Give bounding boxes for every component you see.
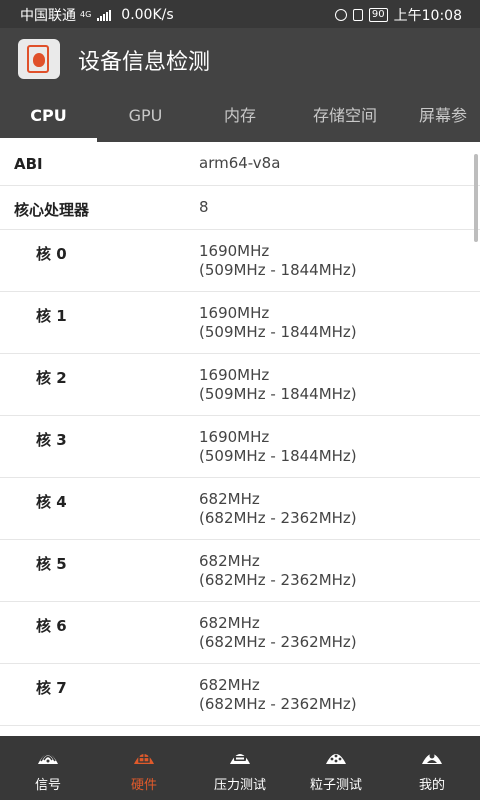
row-key: 核 1 xyxy=(36,307,67,325)
current-frequency: 1690MHz xyxy=(199,366,270,384)
tab-screen[interactable]: 屏幕参 xyxy=(404,90,480,142)
row-value: 1690MHz (509MHz - 1844MHz) xyxy=(199,242,357,280)
scrollbar[interactable] xyxy=(474,154,478,242)
row-value: 8 xyxy=(199,198,209,216)
list-item: 核 3 1690MHz (509MHz - 1844MHz) xyxy=(0,416,480,478)
current-frequency: 1690MHz xyxy=(199,428,270,446)
tab-storage[interactable]: 存储空间 xyxy=(286,90,404,142)
app-logo-icon xyxy=(18,39,60,79)
row-key: 核 4 xyxy=(36,493,67,511)
row-value: 1690MHz (509MHz - 1844MHz) xyxy=(199,304,357,342)
row-value: 1690MHz (509MHz - 1844MHz) xyxy=(199,428,357,466)
page-title: 设备信息检测 xyxy=(78,50,211,75)
clock-label: 上午10:08 xyxy=(393,8,462,24)
vibrate-icon xyxy=(352,9,363,21)
row-value: 682MHz (682MHz - 2362MHz) xyxy=(199,490,357,528)
nav-item-hardware[interactable]: 硬件 xyxy=(96,736,192,800)
cpu-info-list[interactable]: ABI arm64-v8a 核心处理器 8 核 0 1690MHz (509MHz… xyxy=(0,142,480,736)
current-frequency: 682MHz xyxy=(199,614,260,632)
app-bar: 设备信息检测 xyxy=(0,28,480,90)
carrier-label: 中国联通 xyxy=(20,8,76,24)
alarm-icon xyxy=(334,9,347,21)
row-key: ABI xyxy=(14,155,43,173)
frequency-range: (509MHz - 1844MHz) xyxy=(199,447,357,465)
row-key: 核 2 xyxy=(36,369,67,387)
network-type-label: 4G xyxy=(80,10,92,19)
network-speed-label: 0.00K/s xyxy=(121,7,174,23)
stress-test-icon xyxy=(230,754,250,764)
list-item: 核 4 682MHz (682MHz - 2362MHz) xyxy=(0,478,480,540)
battery-level: 90 xyxy=(371,9,385,20)
nav-item-stress-test[interactable]: 压力测试 xyxy=(192,736,288,800)
frequency-range: (682MHz - 2362MHz) xyxy=(199,571,357,589)
row-key: 核 3 xyxy=(36,431,67,449)
particle-test-icon xyxy=(326,754,346,764)
signal-strength-icon xyxy=(97,9,112,21)
row-value: 682MHz (682MHz - 2362MHz) xyxy=(199,552,357,590)
list-item: ABI arm64-v8a xyxy=(0,142,480,186)
frequency-range: (509MHz - 1844MHz) xyxy=(199,323,357,341)
nav-item-profile[interactable]: 我的 xyxy=(384,736,480,800)
tab-memory[interactable]: 内存 xyxy=(194,90,286,142)
frequency-range: (509MHz - 1844MHz) xyxy=(199,385,357,403)
row-key: 核 0 xyxy=(36,245,67,263)
row-value: 682MHz (682MHz - 2362MHz) xyxy=(199,676,357,714)
list-item: 核 1 1690MHz (509MHz - 1844MHz) xyxy=(0,292,480,354)
list-item: 核 0 1690MHz (509MHz - 1844MHz) xyxy=(0,230,480,292)
row-value: 682MHz (682MHz - 2362MHz) xyxy=(199,614,357,652)
frequency-range: (682MHz - 2362MHz) xyxy=(199,509,357,527)
hardware-icon xyxy=(134,752,154,764)
bottom-nav: 信号 硬件 压力测试 粒子测试 我的 xyxy=(0,736,480,800)
row-value: 1690MHz (509MHz - 1844MHz) xyxy=(199,366,357,404)
signal-icon xyxy=(38,753,58,764)
nav-label: 我的 xyxy=(418,778,445,793)
tab-gpu[interactable]: GPU xyxy=(97,90,194,142)
nav-label: 粒子测试 xyxy=(309,778,362,793)
list-item: 核 7 682MHz (682MHz - 2362MHz) xyxy=(0,664,480,726)
frequency-range: (682MHz - 2362MHz) xyxy=(199,633,357,651)
row-key: 核 7 xyxy=(36,679,67,697)
row-key: 核 6 xyxy=(36,617,67,635)
profile-icon xyxy=(422,753,442,764)
list-item: 核 2 1690MHz (509MHz - 1844MHz) xyxy=(0,354,480,416)
tab-bar: CPU GPU 内存 存储空间 屏幕参 xyxy=(0,90,480,142)
nav-label: 硬件 xyxy=(130,778,157,793)
status-bar: 中国联通 4G 0.00K/s 90 上午10:08 xyxy=(0,0,480,28)
current-frequency: 1690MHz xyxy=(199,242,270,260)
list-item: 核心处理器 8 xyxy=(0,186,480,230)
nav-label: 信号 xyxy=(34,778,61,793)
current-frequency: 1690MHz xyxy=(199,304,270,322)
row-key: 核 5 xyxy=(36,555,67,573)
current-frequency: 682MHz xyxy=(199,490,260,508)
tab-cpu[interactable]: CPU xyxy=(0,90,97,142)
list-item: 核 6 682MHz (682MHz - 2362MHz) xyxy=(0,602,480,664)
frequency-range: (509MHz - 1844MHz) xyxy=(199,261,357,279)
row-key: 核心处理器 xyxy=(14,201,90,219)
nav-label: 压力测试 xyxy=(213,778,266,793)
battery-icon: 90 xyxy=(368,8,388,22)
frequency-range: (682MHz - 2362MHz) xyxy=(199,695,357,713)
nav-item-particle-test[interactable]: 粒子测试 xyxy=(288,736,384,800)
row-value: arm64-v8a xyxy=(199,154,281,172)
current-frequency: 682MHz xyxy=(199,676,260,694)
nav-item-signal[interactable]: 信号 xyxy=(0,736,96,800)
current-frequency: 682MHz xyxy=(199,552,260,570)
list-item: 核 5 682MHz (682MHz - 2362MHz) xyxy=(0,540,480,602)
